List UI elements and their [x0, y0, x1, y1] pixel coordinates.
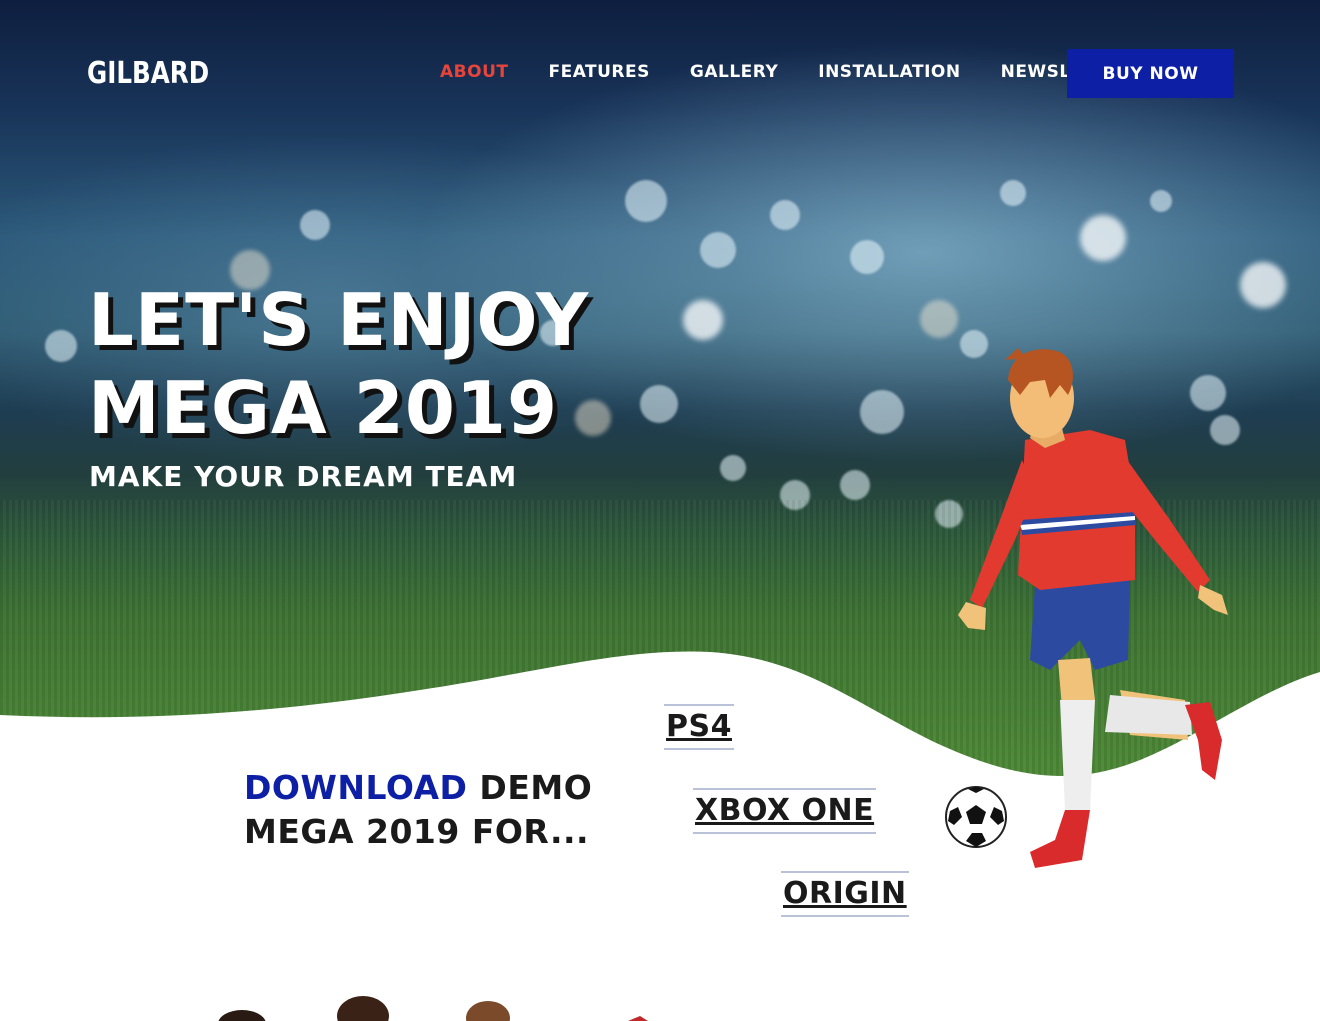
hero-title-line-2: MEGA 2019	[88, 366, 559, 450]
buy-now-button[interactable]: BUY NOW	[1067, 49, 1234, 98]
nav-item-gallery[interactable]: GALLERY	[690, 62, 778, 82]
nav-item-installation[interactable]: INSTALLATION	[818, 62, 960, 82]
nav-item-about[interactable]: ABOUT	[440, 62, 508, 82]
download-highlight: DOWNLOAD	[244, 768, 468, 807]
platform-link-ps4[interactable]: PS4	[664, 704, 734, 750]
brand-logo[interactable]: GILBARD	[87, 56, 209, 91]
hero-title: LET'S ENJOY MEGA 2019	[88, 276, 648, 452]
nav-item-features[interactable]: FEATURES	[548, 62, 649, 82]
download-line-2: MEGA 2019 FOR...	[244, 812, 590, 851]
soccer-ball-icon	[945, 786, 1007, 848]
platform-link-xbox-one[interactable]: XBOX ONE	[693, 788, 877, 834]
download-line-1-rest: DEMO	[479, 768, 593, 807]
team-photo-teaser	[218, 996, 648, 1021]
hero-subtitle: MAKE YOUR DREAM TEAM	[89, 460, 518, 493]
download-demo-heading: DOWNLOAD DEMO MEGA 2019 FOR...	[244, 766, 592, 854]
platform-link-origin[interactable]: ORIGIN	[781, 871, 909, 917]
main-nav: ABOUT FEATURES GALLERY INSTALLATION NEWS…	[440, 62, 1173, 82]
hero-title-line-1: LET'S ENJOY	[88, 278, 590, 362]
